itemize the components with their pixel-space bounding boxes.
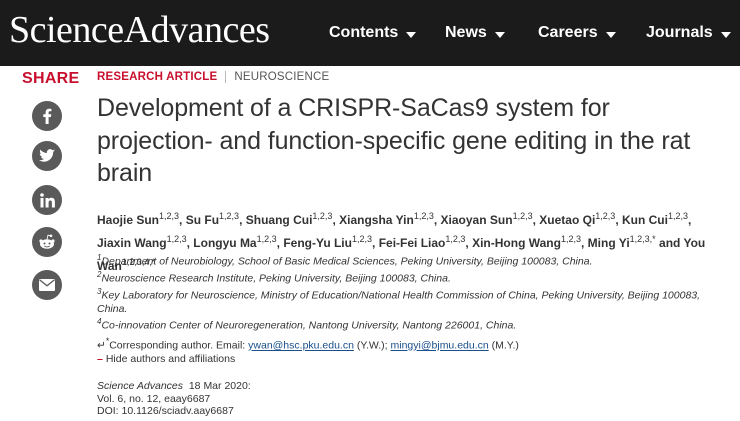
- author-item: Feng-Yu Liu1,2,3: [283, 234, 373, 250]
- author-item: Shuang Cui1,2,3: [246, 211, 333, 227]
- site-logo[interactable]: ScienceAdvances: [9, 8, 270, 52]
- citation-date: 18 Mar 2020:: [188, 380, 251, 392]
- author-name[interactable]: Xin-Hong Wang: [472, 236, 561, 250]
- meta-divider: [225, 71, 227, 83]
- author-name[interactable]: Shuang Cui: [246, 213, 313, 227]
- nav-news[interactable]: News: [445, 24, 505, 42]
- author-affiliation-refs: 1,2,3: [159, 211, 180, 221]
- author-affiliation-refs: 1,2,3: [595, 211, 616, 221]
- article-type[interactable]: RESEARCH ARTICLE: [97, 71, 217, 83]
- nav-journals[interactable]: Journals: [646, 24, 731, 42]
- author-name[interactable]: Fei-Fei Liao: [379, 236, 446, 250]
- author-item: Jiaxin Wang1,2,3: [97, 234, 187, 250]
- share-facebook-button[interactable]: [32, 101, 62, 131]
- author-item: Fei-Fei Liao1,2,3: [379, 234, 466, 250]
- top-bar: ScienceAdvances Contents News Careers Jo…: [0, 0, 740, 66]
- email-icon: [39, 279, 55, 291]
- author-name[interactable]: Haojie Sun: [97, 213, 159, 227]
- author-name[interactable]: Xuetao Qi: [539, 213, 595, 227]
- twitter-icon: [39, 149, 55, 162]
- affiliation-3: 3Key Laboratory for Neuroscience, Minist…: [97, 285, 717, 316]
- article-subject[interactable]: NEUROSCIENCE: [234, 71, 329, 83]
- author-name[interactable]: Su Fu: [186, 213, 219, 227]
- citation-volume: Vol. 6, no. 12, eaay6687: [97, 392, 211, 405]
- author-item: Ming Yi1,2,3,*: [588, 234, 656, 250]
- affiliation-4: 4Co-innovation Center of Neuroregenerati…: [97, 315, 717, 333]
- author-name[interactable]: Xiaoyan Sun: [441, 213, 513, 227]
- author-affiliation-refs: 1,2,3: [560, 234, 581, 244]
- corresponding-note: (Y.W.);: [353, 339, 391, 352]
- affiliation-text: Key Laboratory for Neuroscience, Ministr…: [97, 289, 701, 315]
- affiliation-text: Department of Neurobiology, School of Ba…: [101, 255, 593, 268]
- nav-news-label: News: [445, 24, 487, 41]
- author-name[interactable]: Kun Cui: [622, 213, 668, 227]
- corresponding-prefix: Corresponding author. Email:: [109, 339, 249, 352]
- nav-careers-label: Careers: [538, 24, 598, 41]
- affiliation-text: Neuroscience Research Institute, Peking …: [101, 272, 451, 285]
- corresponding-author: ↵*Corresponding author. Email: ywan@hsc.…: [97, 336, 519, 352]
- chevron-down-icon: [720, 32, 731, 38]
- affiliation-text: Co-innovation Center of Neuroregeneratio…: [101, 319, 517, 332]
- facebook-icon: [43, 108, 52, 124]
- author-name[interactable]: Xiangsha Yin: [339, 213, 414, 227]
- hide-authors-label: Hide authors and affiliations: [105, 353, 236, 365]
- chevron-down-icon: [406, 32, 417, 38]
- citation-doi: DOI: 10.1126/sciadv.aay6687: [97, 405, 234, 417]
- nav-contents[interactable]: Contents: [329, 24, 417, 42]
- author-affiliation-refs: 1,2,3: [413, 211, 434, 221]
- article-meta: RESEARCH ARTICLE NEUROSCIENCE: [97, 71, 329, 83]
- author-item: Xuetao Qi1,2,3: [539, 211, 616, 227]
- author-name[interactable]: Feng-Yu Liu: [283, 236, 352, 250]
- reddit-icon: [39, 234, 55, 249]
- email-link-ywan[interactable]: ywan@hsc.pku.edu.cn: [248, 340, 354, 352]
- author-affiliation-refs: 1,2,3: [256, 234, 277, 244]
- citation-block: Science Advances 18 Mar 2020: Vol. 6, no…: [97, 380, 251, 418]
- share-email-button[interactable]: [32, 270, 62, 300]
- article-title: Development of a CRISPR-SaCas9 system fo…: [97, 94, 691, 187]
- author-affiliation-refs: 1,2,3: [219, 211, 240, 221]
- email-link-mingyi[interactable]: mingyi@bjmu.edu.cn: [391, 340, 489, 352]
- corresponding-note: (M.Y.): [488, 339, 519, 352]
- author-item: Su Fu1,2,3: [186, 211, 240, 227]
- linkedin-icon: [39, 192, 55, 207]
- author-name[interactable]: Jiaxin Wang: [97, 236, 167, 250]
- share-reddit-button[interactable]: [32, 227, 62, 257]
- affiliation-2: 2Neuroscience Research Institute, Peking…: [97, 268, 717, 286]
- author-item: Xin-Hong Wang1,2,3: [472, 234, 581, 250]
- author-affiliation-refs: 1,2,3: [312, 211, 333, 221]
- author-affiliation-refs: 1,2,3: [445, 234, 466, 244]
- author-item: Xiaoyan Sun1,2,3: [441, 211, 533, 227]
- author-name[interactable]: Ming Yi: [588, 236, 630, 250]
- author-item: Kun Cui1,2,3: [622, 211, 689, 227]
- return-arrow-icon: ↵: [97, 339, 106, 352]
- share-label: SHARE: [22, 70, 80, 87]
- author-affiliation-refs: 1,2,3: [351, 234, 373, 244]
- author-item: Haojie Sun1,2,3: [97, 211, 180, 227]
- chevron-down-icon: [605, 32, 616, 38]
- author-name[interactable]: Longyu Ma: [193, 236, 256, 250]
- chevron-down-icon: [494, 32, 505, 38]
- author-item: Xiangsha Yin1,2,3: [339, 211, 434, 227]
- author-affiliation-refs: 1,2,3: [512, 211, 533, 221]
- minus-icon: –: [97, 353, 103, 365]
- share-twitter-button[interactable]: [32, 141, 62, 171]
- author-affiliation-refs: 1,2,3: [166, 234, 187, 244]
- author-affiliation-refs: 1,2,3: [667, 211, 689, 221]
- hide-authors-toggle[interactable]: – Hide authors and affiliations: [97, 353, 235, 365]
- nav-journals-label: Journals: [646, 24, 713, 41]
- nav-careers[interactable]: Careers: [538, 24, 616, 42]
- citation-journal: Science Advances: [97, 380, 183, 392]
- author-item: Longyu Ma1,2,3: [193, 234, 277, 250]
- nav-contents-label: Contents: [329, 24, 399, 41]
- affiliation-1: 1Department of Neurobiology, School of B…: [97, 251, 717, 269]
- share-linkedin-button[interactable]: [32, 185, 62, 215]
- author-affiliation-refs: 1,2,3,*: [629, 234, 656, 244]
